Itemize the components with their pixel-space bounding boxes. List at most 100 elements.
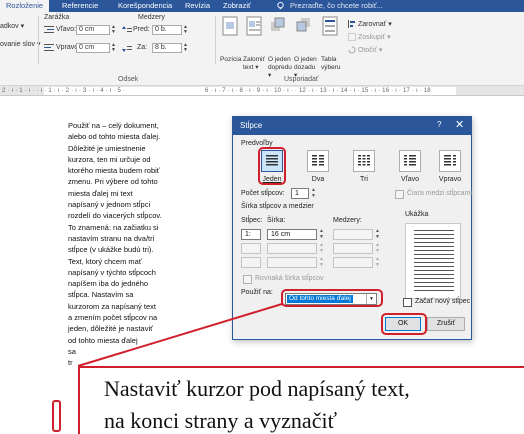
indent-right-spinner[interactable]: ▲ ▼	[111, 43, 117, 53]
left-column-icon	[404, 155, 416, 166]
indent-left-label: Vľavo:	[56, 26, 76, 33]
column-spacing-spinner[interactable]: ▲ ▼	[374, 228, 381, 240]
horizontal-ruler[interactable]: 2 · ı · 1 · ı · · ı · 1 · ı · 2 · ı · 3 …	[0, 86, 524, 96]
tab-layout[interactable]: Rozloženie	[0, 0, 50, 12]
preset-three-columns[interactable]	[353, 150, 375, 172]
group-label-arrange: Usporiadať	[284, 76, 319, 83]
ruler-marks-right: 6 · ı · 7 · ı · 8 · ı · 9 · ı · 10 · ı ·…	[205, 88, 431, 94]
send-backward-icon[interactable]	[296, 16, 312, 36]
spacing-before-spinner[interactable]: ▲ ▼	[183, 25, 189, 35]
column-count-input[interactable]: 1	[291, 188, 309, 199]
ribbon-separator	[38, 16, 39, 64]
column-spacing-spinner-3[interactable]: ▲ ▼	[374, 256, 381, 268]
indent-right-icon	[44, 44, 54, 51]
start-new-column-checkbox[interactable]	[403, 298, 412, 307]
document-line: Použiť na – celý dokument,	[68, 121, 159, 130]
tab-references[interactable]: Referencie	[62, 0, 98, 12]
column-spacing-input-2[interactable]	[333, 243, 373, 254]
document-line: napísaný v týchto stĺpcoch	[68, 267, 156, 277]
align-icon	[348, 20, 355, 28]
preview-box	[405, 223, 461, 299]
line-between-label: Čiara medzi stĺpcami	[407, 190, 472, 197]
help-button[interactable]: ?	[437, 120, 441, 129]
tab-mailings[interactable]: Korešpondencia	[118, 0, 172, 12]
highlight-ok	[381, 313, 427, 335]
width-header: Šírka:	[267, 217, 286, 224]
annotation-callout: Nastaviť kurzor pod napísaný text, na ko…	[78, 366, 524, 434]
document-line: Dôležité je umiestnenie	[68, 143, 146, 153]
dialog-title: Stĺpce	[240, 121, 263, 130]
document-line: miesta ďalej mi text	[68, 188, 133, 198]
equal-width-label: Rovnaká šírka stĺpcov	[255, 275, 324, 282]
apply-to-label: Použiť na:	[241, 289, 273, 296]
wrap-text-icon[interactable]	[246, 16, 262, 36]
document-line: alebo od tohto miesta ďalej.	[68, 132, 161, 142]
group-button[interactable]: Zoskupiť ▾	[358, 33, 391, 41]
indent-right-input[interactable]: 0 cm	[76, 43, 110, 53]
line-between-checkbox[interactable]	[395, 190, 404, 199]
document-line: ktorého miesta budem robiť	[68, 166, 160, 176]
document-line: kurzorom za napísaný text	[68, 301, 156, 311]
rotate-button[interactable]: Otočiť ▾	[358, 46, 382, 54]
preset-left-column[interactable]	[399, 150, 421, 172]
tell-me-search[interactable]: Prezraďte, čo chcete robiť...	[290, 0, 383, 12]
equal-width-checkbox[interactable]	[243, 275, 252, 284]
document-line: stĺpca. Nastavím sa	[68, 290, 134, 300]
preview-label: Ukážka	[405, 211, 429, 218]
indent-title: Zarážka	[44, 14, 70, 21]
tab-review[interactable]: Revízia	[185, 0, 210, 12]
selection-pane-label[interactable]: Tabla výberu	[321, 56, 343, 72]
ruler-marks-left: 2 · ı · 1 · ı · · ı · 1 · ı · 2 · ı · 3 …	[2, 88, 126, 94]
column-width-spinner-2[interactable]: ▲ ▼	[318, 242, 325, 254]
indent-left-input[interactable]: 0 cm	[76, 25, 110, 35]
document-line: kurzora, ten mi určuje od	[68, 154, 151, 164]
column-width-spinner[interactable]: ▲ ▼	[318, 228, 325, 240]
indent-left-spinner[interactable]: ▲ ▼	[111, 25, 117, 35]
column-width-input[interactable]: 16 cm	[267, 229, 317, 240]
callout-line-1: Nastaviť kurzor pod napísaný text,	[104, 376, 410, 401]
close-icon[interactable]: ✕	[455, 118, 464, 131]
column-number-2	[241, 243, 261, 254]
bring-forward-icon[interactable]	[270, 16, 286, 36]
document-line: nastavím stranu na dva/tri	[68, 233, 155, 243]
preset-right-column[interactable]	[439, 150, 461, 172]
highlight-one-column	[258, 147, 286, 185]
document-line: napíšem iba do jedného	[68, 279, 149, 289]
document-line: jeden, dôležité je nastaviť	[68, 324, 153, 334]
cancel-button[interactable]: Zrušiť	[427, 317, 465, 331]
column-width-input-2[interactable]	[267, 243, 317, 254]
column-width-input-3[interactable]	[267, 257, 317, 268]
line-numbers-cut[interactable]: ovanie slov ▾	[0, 40, 40, 48]
document-line: a zmením počet stĺpcov na	[68, 313, 158, 323]
selection-pane-icon[interactable]	[322, 16, 338, 36]
column-spacing-input-3[interactable]	[333, 257, 373, 268]
tab-view[interactable]: Zobraziť	[223, 0, 251, 12]
dialog-titlebar[interactable]: Stĺpce ? ✕	[233, 117, 471, 135]
columns-dialog: Stĺpce ? ✕ Predvoľby Jeden Dva Tri Vľavo…	[232, 116, 472, 340]
preset-left-label: Vľavo	[401, 176, 419, 183]
preset-two-columns[interactable]	[307, 150, 329, 172]
spacing-after-spinner[interactable]: ▲ ▼	[183, 43, 189, 53]
rotate-icon	[348, 46, 356, 54]
column-spacing-input[interactable]	[333, 229, 373, 240]
wrap-text-label[interactable]: Zalomiť text ▾	[243, 56, 267, 72]
three-columns-icon	[358, 155, 370, 166]
hyphenation-cut[interactable]: adkov ▾	[0, 22, 24, 30]
column-count-label: Počet stĺpcov:	[241, 190, 285, 197]
position-label[interactable]: Pozícia	[220, 56, 241, 63]
column-spacing-spinner-2[interactable]: ▲ ▼	[374, 242, 381, 254]
position-icon[interactable]	[222, 16, 238, 36]
preset-three-label: Tri	[360, 176, 368, 183]
spacing-before-input[interactable]: 0 b.	[152, 25, 182, 35]
column-count-spinner[interactable]: ▲ ▼	[310, 187, 317, 199]
width-section-label: Šírka stĺpcov a medzier	[241, 203, 314, 210]
spacing-after-icon	[122, 46, 132, 52]
document-line: Text, ktorý chcem mať	[68, 256, 142, 266]
document-line: sa	[68, 346, 76, 356]
spacing-after-input[interactable]: 8 b.	[152, 43, 182, 53]
align-button[interactable]: Zarovnať ▾	[358, 20, 392, 28]
lightbulb-icon	[277, 1, 284, 10]
indent-left-icon	[44, 26, 54, 33]
document-text-column[interactable]: Použiť na – celý dokument, alebo od toht…	[68, 120, 180, 369]
column-width-spinner-3[interactable]: ▲ ▼	[318, 256, 325, 268]
